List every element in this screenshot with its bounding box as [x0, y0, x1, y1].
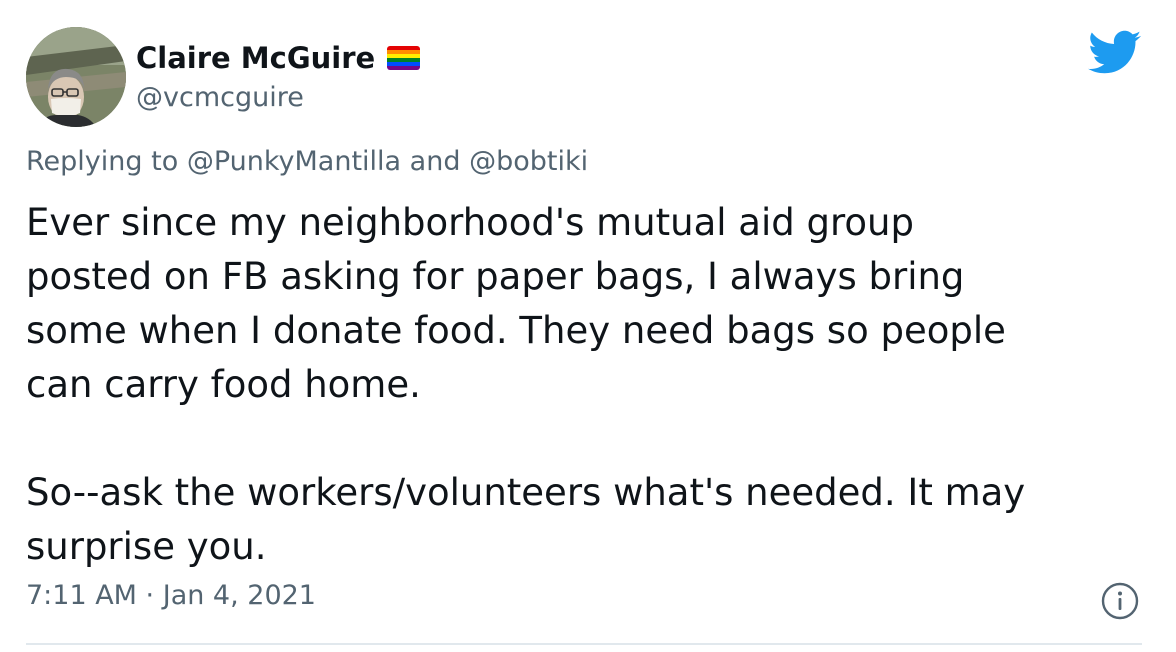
tweet-text: Ever since my neighborhood's mutual aid … — [26, 196, 1156, 574]
twitter-bird-icon[interactable] — [1088, 30, 1142, 76]
mention-link-1[interactable]: @PunkyMantilla — [187, 146, 401, 177]
mention-link-2[interactable]: @bobtiki — [469, 146, 588, 177]
tweet-paragraph-1: Ever since my neighborhood's mutual aid … — [26, 201, 1006, 406]
tweet-paragraph-2: So--ask the workers/volunteers what's ne… — [26, 471, 1026, 568]
avatar[interactable] — [26, 27, 126, 127]
replying-to-joiner: and — [401, 146, 470, 177]
replying-to-prefix: Replying to — [26, 146, 187, 177]
rainbow-flag-icon — [387, 46, 421, 70]
author-name-row: Claire McGuire — [136, 38, 421, 78]
replying-to-line: Replying to @PunkyMantilla and @bobtiki — [26, 146, 588, 177]
user-avatar-photo — [26, 27, 126, 127]
author-handle[interactable]: @vcmcguire — [136, 82, 304, 113]
tweet-card: Claire McGuire @vcmcguire Replying to @P… — [0, 0, 1176, 652]
info-icon[interactable] — [1100, 581, 1140, 621]
tweet-timestamp[interactable]: 7:11 AM · Jan 4, 2021 — [26, 580, 316, 611]
bottom-divider — [26, 643, 1142, 645]
author-display-name[interactable]: Claire McGuire — [136, 41, 375, 75]
